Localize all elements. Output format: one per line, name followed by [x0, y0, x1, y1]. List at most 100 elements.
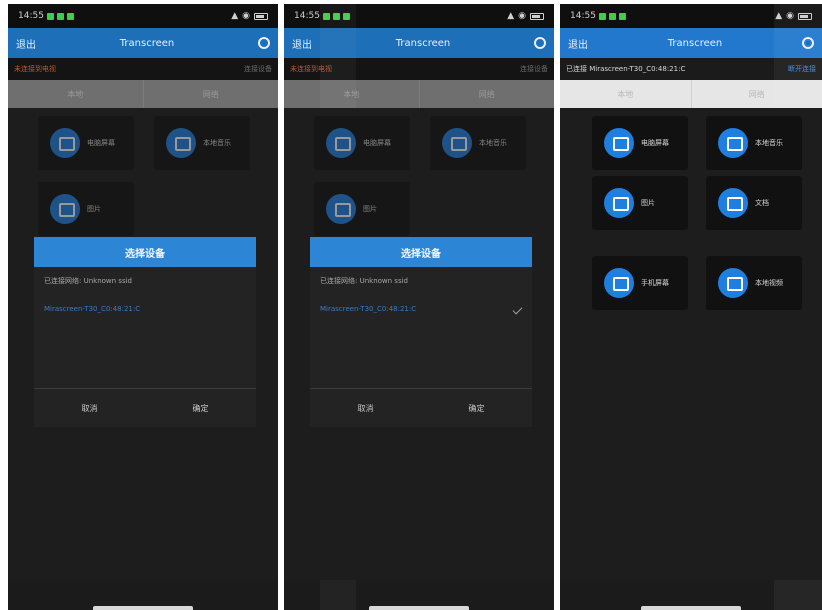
settings-gear-icon[interactable]	[534, 37, 546, 49]
wifi-status-text: 已连接网络: Unknown ssid	[44, 277, 132, 285]
connect-device-link[interactable]: 连接设备	[520, 64, 548, 74]
tile-pc-screen[interactable]: 电脑屏幕	[38, 116, 134, 170]
notification-icon	[46, 12, 54, 20]
tile-images[interactable]: 图片	[592, 176, 688, 230]
tile-documents[interactable]: 文档	[706, 176, 802, 230]
battery-icon	[254, 12, 268, 20]
tile-label: 图片	[363, 205, 377, 213]
tile-label: 图片	[87, 205, 101, 213]
tile-pc-screen[interactable]: 电脑屏幕	[592, 116, 688, 170]
tile-local-video[interactable]: 本地视频	[706, 256, 802, 310]
cancel-button[interactable]: 取消	[310, 389, 421, 427]
back-button[interactable]: 退出	[568, 36, 588, 51]
battery-icon	[530, 12, 544, 20]
device-name: Mirascreen-T30_C0:48:21:C	[320, 305, 417, 313]
image-icon	[604, 188, 634, 218]
music-icon	[166, 128, 196, 158]
tile-label: 文档	[755, 199, 769, 207]
home-indicator[interactable]	[93, 606, 193, 610]
notification-icon	[608, 12, 616, 20]
confirm-button[interactable]: 确定	[421, 389, 532, 427]
notification-icon	[618, 12, 626, 20]
battery-icon	[798, 12, 812, 20]
tile-label: 电脑屏幕	[363, 139, 391, 147]
select-device-dialog: 选择设备 已连接网络: Unknown ssid Mirascreen-T30_…	[34, 237, 256, 427]
monitor-icon	[50, 128, 80, 158]
device-status-label: 已连接 Mirascreen-T30_C0:48:21:C	[566, 65, 686, 73]
notification-icon	[56, 12, 64, 20]
dialog-footer: 取消 确定	[34, 389, 256, 427]
notification-icon	[66, 12, 74, 20]
signal-icon: ▲	[231, 11, 239, 21]
cancel-button[interactable]: 取消	[34, 389, 145, 427]
tile-local-music[interactable]: 本地音乐	[154, 116, 250, 170]
notification-icon	[598, 12, 606, 20]
home-indicator[interactable]	[641, 606, 741, 610]
settings-gear-icon[interactable]	[802, 37, 814, 49]
phone-screen-icon	[604, 268, 634, 298]
wifi-status-line: 已连接网络: Unknown ssid	[34, 267, 256, 295]
tile-local-music[interactable]: 本地音乐	[706, 116, 802, 170]
home-indicator[interactable]	[369, 606, 469, 610]
tile-label: 本地视频	[755, 279, 783, 287]
dialog-title: 选择设备	[34, 237, 256, 267]
app-bar: 退出 Transcreen	[8, 28, 278, 58]
content-area: 电脑屏幕 本地音乐 图片 选择设备 已连接网络: Unknown ssid Mi…	[8, 108, 278, 580]
dialog-footer: 取消 确定	[310, 389, 532, 427]
video-icon	[718, 268, 748, 298]
back-button[interactable]: 退出	[16, 36, 36, 51]
dialog-title: 选择设备	[310, 237, 532, 267]
device-status-label: 未连接到电视	[14, 65, 56, 73]
content-area: 电脑屏幕 本地音乐 图片 文档 手机屏幕 本地视频	[560, 108, 822, 580]
wifi-status-text: 已连接网络: Unknown ssid	[320, 277, 408, 285]
wifi-status-line: 已连接网络: Unknown ssid	[310, 267, 532, 295]
music-icon	[718, 128, 748, 158]
phone-screen-3: 14:55 ▲ ◉ 退出 Transcreen 已连接 Mirascreen-T…	[560, 4, 822, 610]
tab-local[interactable]: 本地	[560, 80, 692, 108]
app-title: Transcreen	[119, 37, 175, 49]
image-icon	[326, 194, 356, 224]
tile-label: 电脑屏幕	[87, 139, 115, 147]
tile-phone-screen[interactable]: 手机屏幕	[592, 256, 688, 310]
confirm-button[interactable]: 确定	[145, 389, 256, 427]
tile-label: 手机屏幕	[641, 279, 669, 287]
device-list-item[interactable]: Mirascreen-T30_C0:48:21:C	[310, 295, 532, 323]
signal-icon: ▲	[507, 11, 515, 21]
tab-network[interactable]: 网络	[144, 80, 279, 108]
tile-local-music[interactable]: 本地音乐	[430, 116, 526, 170]
wifi-icon: ◉	[518, 11, 526, 21]
screenshot-stage: 14:55 ▲ ◉ 退出 Transcreen 未连接到电视 连接设备 本地 网…	[0, 0, 822, 610]
checkmark-icon	[512, 304, 523, 314]
tab-local[interactable]: 本地	[8, 80, 144, 108]
select-device-dialog: 选择设备 已连接网络: Unknown ssid Mirascreen-T30_…	[310, 237, 532, 427]
music-icon	[442, 128, 472, 158]
device-status-bar[interactable]: 未连接到电视 连接设备	[8, 58, 278, 80]
status-time: 14:55	[18, 11, 44, 21]
monitor-icon	[326, 128, 356, 158]
settings-gear-icon[interactable]	[258, 37, 270, 49]
device-list-item[interactable]: Mirascreen-T30_C0:48:21:C	[34, 295, 256, 323]
monitor-icon	[604, 128, 634, 158]
tile-images[interactable]: 图片	[38, 182, 134, 236]
tile-label: 图片	[641, 199, 655, 207]
back-button[interactable]: 退出	[292, 36, 312, 51]
content-area: 电脑屏幕 本地音乐 图片 选择设备 已连接网络: Unknown ssid Mi…	[284, 108, 554, 580]
phone-screen-1: 14:55 ▲ ◉ 退出 Transcreen 未连接到电视 连接设备 本地 网…	[8, 4, 278, 610]
tile-pc-screen[interactable]: 电脑屏幕	[314, 116, 410, 170]
tile-label: 电脑屏幕	[641, 139, 669, 147]
wifi-icon: ◉	[242, 11, 250, 21]
tab-network[interactable]: 网络	[420, 80, 555, 108]
device-name: Mirascreen-T30_C0:48:21:C	[44, 305, 141, 313]
tile-label: 本地音乐	[755, 139, 783, 147]
status-bar: 14:55 ▲ ◉	[8, 4, 278, 28]
tab-bar: 本地 网络	[8, 80, 278, 108]
phone-screen-2: 14:55 ▲ ◉ 退出 Transcreen 未连接到电视 连接设备 本地 网…	[284, 4, 554, 610]
connect-device-link[interactable]: 连接设备	[244, 64, 272, 74]
status-time: 14:55	[570, 11, 596, 21]
status-time: 14:55	[294, 11, 320, 21]
image-icon	[50, 194, 80, 224]
app-title: Transcreen	[395, 37, 451, 49]
tile-images[interactable]: 图片	[314, 182, 410, 236]
tile-label: 本地音乐	[203, 139, 231, 147]
app-title: Transcreen	[667, 37, 723, 49]
